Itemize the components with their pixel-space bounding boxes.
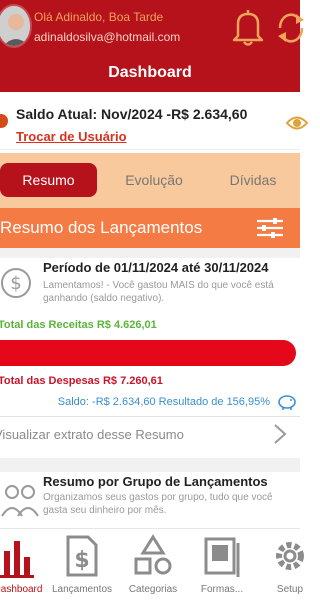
nav-formas[interactable]: Formas... [192, 529, 252, 600]
app-header: Olá Adinaldo, Boa Tarde adinaldosilva@ho… [0, 0, 304, 92]
current-balance-text: Saldo Atual: Nov/2024 -R$ 2.634,60 [16, 106, 248, 122]
nav-dashboard[interactable]: Dashboard [0, 529, 46, 600]
nav-label: Dashboard [0, 584, 43, 595]
summary-title: Resumo dos Lançamentos [0, 218, 203, 237]
tab-dividas[interactable]: Dívidas [206, 163, 300, 197]
view-statement-link[interactable]: Visualizar extrato desse Resumo [0, 427, 184, 442]
svg-text:$: $ [10, 273, 21, 294]
nav-label: Lançamentos [51, 584, 113, 595]
filter-icon[interactable] [256, 216, 284, 240]
summary-card: $ Período de 01/11/2024 até 30/11/2024 L… [0, 258, 300, 458]
user-email: adinaldosilva@hotmail.com [34, 30, 181, 44]
nav-lancamentos[interactable]: $ Lançamentos [50, 529, 114, 600]
tab-evolucao[interactable]: Evolução [106, 163, 202, 197]
tab-resumo[interactable]: Resumo [0, 163, 97, 197]
nav-categorias[interactable]: Categorias [122, 529, 184, 600]
nav-label: Formas... [200, 584, 244, 595]
period-text: Período de 01/11/2024 até 30/11/2024 [43, 260, 269, 275]
status-message: Lamentamos! - Você gastou MAIS do que vo… [43, 280, 274, 304]
divider [0, 416, 300, 417]
nav-label: Categorias [128, 584, 178, 595]
sync-icon[interactable] [276, 8, 306, 48]
chevron-right-icon[interactable] [272, 423, 288, 445]
dollar-document-icon: $ [66, 535, 98, 577]
balance-result-text: Saldo: -R$ 2.634,60 Resultado de 156,95% [57, 396, 270, 408]
user-avatar[interactable] [0, 4, 32, 48]
group-summary-title: Resumo por Grupo de Lançamentos [43, 474, 268, 489]
money-cycle-icon: $ [1, 268, 31, 298]
income-total: Total das Receitas R$ 4.626,01 [0, 319, 157, 331]
piggy-bank-icon [278, 395, 296, 410]
group-summary-description: Organizamos seus gastos por grupo, tudo … [43, 492, 273, 516]
nav-label: Setup [276, 584, 304, 595]
greeting-text: Olá Adinaldo, Boa Tarde [34, 10, 164, 24]
page-title: Dashboard [108, 64, 192, 81]
group-summary-card[interactable]: Resumo por Grupo de Lançamentos Organiza… [0, 472, 300, 528]
users-group-icon [1, 485, 39, 517]
bottom-navigation: Dashboard $ Lançamentos Categorias Forma… [0, 528, 304, 600]
tab-bar: Resumo Evolução Dívidas [0, 153, 300, 208]
switch-user-link[interactable]: Trocar de Usuário [16, 129, 127, 144]
nav-setup[interactable]: Setup [262, 529, 318, 600]
payment-forms-icon [204, 537, 240, 577]
expenses-bar [0, 340, 296, 366]
expenses-total: Total das Despesas R$ 7.260,61 [0, 375, 163, 387]
summary-header: Resumo dos Lançamentos [0, 208, 300, 248]
shapes-icon [134, 534, 172, 575]
bell-icon[interactable] [230, 8, 266, 48]
current-balance-bar: Saldo Atual: Nov/2024 -R$ 2.634,60 Troca… [0, 92, 300, 150]
gear-icon [276, 542, 304, 570]
bar-chart-icon [0, 541, 34, 578]
balance-indicator-icon [0, 114, 8, 128]
svg-text:$: $ [74, 548, 89, 573]
separator [0, 248, 300, 258]
eye-icon[interactable] [286, 112, 308, 134]
separator [0, 458, 300, 472]
